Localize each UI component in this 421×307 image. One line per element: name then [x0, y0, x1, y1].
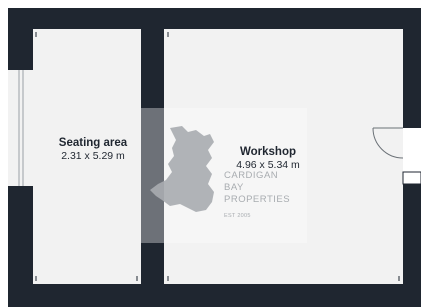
room-name: Workshop — [239, 146, 296, 158]
watermark-brand: CARDIGAN BAY PROPERTIES EST 2005 — [224, 170, 290, 220]
room-dimensions: 2.31 x 5.29 m — [61, 150, 125, 162]
room-name: Seating area — [58, 137, 128, 149]
watermark-line: CARDIGAN — [224, 170, 279, 181]
floor-plan: Seating area 2.31 x 5.29 m Workshop 4.96… — [0, 0, 421, 307]
watermark-line: PROPERTIES — [224, 194, 291, 205]
window — [8, 70, 33, 186]
door-step — [402, 171, 421, 185]
room-seating-area: Seating area 2.31 x 5.29 m — [41, 136, 145, 163]
watermark-line: BAY — [224, 182, 244, 193]
room-workshop: Workshop 4.96 x 5.34 m — [218, 145, 318, 172]
watermark-established: EST 2005 — [224, 213, 251, 219]
